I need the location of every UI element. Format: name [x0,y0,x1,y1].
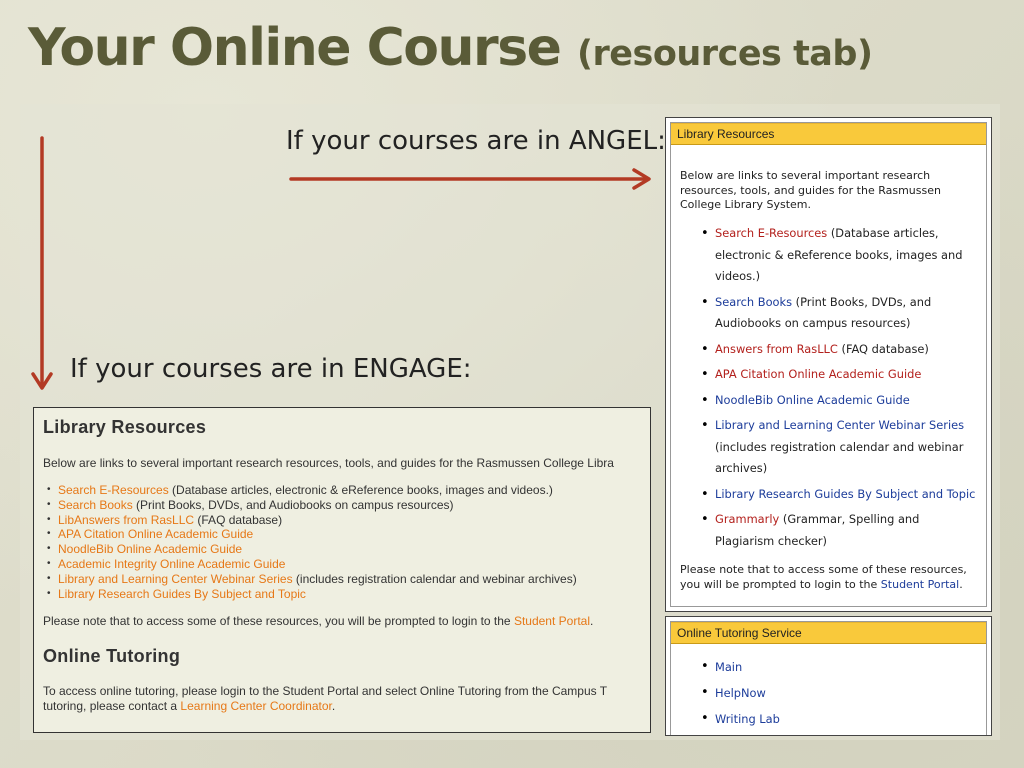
list-item: Writing Lab [701,706,780,732]
list-item: HelpNow [701,680,780,706]
arrow-right [289,168,651,190]
engage-tutoring-line1: To access online tutoring, please login … [43,684,608,698]
engage-tutoring-line2: tutoring, please contact a Learning Cent… [43,699,335,714]
engage-link-apa[interactable]: APA Citation Online Academic Guide [58,527,253,541]
list-item: Library Research Guides By Subject and T… [701,484,980,506]
list-item: Library and Learning Center Webinar Seri… [47,571,577,587]
angel-link-answers[interactable]: Answers from RasLLC [715,342,838,356]
list-item: Search Books (Print Books, DVDs, and Aud… [701,292,980,335]
list-item: APA Citation Online Academic Guide [701,364,980,386]
angel-library-header: Library Resources [671,123,986,145]
angel-tutoring-helpnow-link[interactable]: HelpNow [715,686,766,700]
angel-intro: Below are links to several important res… [680,169,941,211]
item-desc: (Print Books, DVDs, and Audiobooks on ca… [132,497,454,512]
angel-tutoring-frame: Online Tutoring Service Main HelpNow Wri… [670,621,987,735]
engage-link-search-books[interactable]: Search Books [58,498,133,512]
angel-note: Please note that to access some of these… [680,563,985,592]
angel-tutoring-panel: Online Tutoring Service Main HelpNow Wri… [665,616,992,736]
list-item: Answers from RasLLC (FAQ database) [701,339,980,361]
engage-resource-list: Search E-Resources (Database articles, e… [47,483,577,602]
engage-tutoring-text: tutoring, please contact a [43,699,181,713]
engage-link-search-eresources[interactable]: Search E-Resources [58,483,169,497]
list-item: NoodleBib Online Academic Guide [47,542,577,557]
engage-library-panel: Library Resources Below are links to sev… [33,407,651,733]
angel-library-panel: Library Resources Below are links to sev… [665,117,992,612]
angel-tutoring-main-link[interactable]: Main [715,660,742,674]
angel-link-webinar[interactable]: Library and Learning Center Webinar Seri… [715,418,964,432]
list-item: APA Citation Online Academic Guide [47,527,577,542]
angel-resource-list: Search E-Resources (Database articles, e… [701,223,980,552]
angel-note-end: . [959,577,963,591]
engage-link-academic-integrity[interactable]: Academic Integrity Online Academic Guide [58,557,285,571]
engage-note: Please note that to access some of these… [43,614,593,629]
angel-library-frame: Library Resources Below are links to sev… [670,122,987,607]
list-item: Library Research Guides By Subject and T… [47,587,577,602]
item-desc: (Database articles, electronic & eRefere… [168,483,553,497]
engage-heading: Library Resources [43,417,207,437]
item-desc: (FAQ database) [194,512,283,527]
angel-link-grammarly[interactable]: Grammarly [715,512,779,526]
list-item: Search E-Resources (Database articles, e… [701,223,980,288]
angel-link-research-guides[interactable]: Library Research Guides By Subject and T… [715,487,975,501]
item-desc: (includes registration calendar and webi… [715,439,964,476]
engage-tutoring-heading: Online Tutoring [43,646,181,666]
engage-note-text: Please note that to access some of these… [43,614,514,628]
list-item: Search Books (Print Books, DVDs, and Aud… [47,497,577,513]
list-item: Search E-Resources (Database articles, e… [47,483,577,498]
engage-link-research-guides[interactable]: Library Research Guides By Subject and T… [58,587,306,601]
angel-link-search-eresources[interactable]: Search E-Resources [715,226,827,240]
engage-link-noodlebib[interactable]: NoodleBib Online Academic Guide [58,542,242,556]
engage-coordinator-link[interactable]: Learning Center Coordinator [180,699,331,713]
engage-tutoring-end: . [331,699,336,713]
engage-link-webinar[interactable]: Library and Learning Center Webinar Seri… [58,572,293,586]
list-item: Main [701,654,780,680]
item-desc: (FAQ database) [837,341,929,356]
arrow-down [31,136,53,390]
angel-link-apa[interactable]: APA Citation Online Academic Guide [715,367,921,381]
angel-link-noodlebib[interactable]: NoodleBib Online Academic Guide [715,393,910,407]
list-item: NoodleBib Online Academic Guide [701,390,980,412]
list-item: Grammarly (Grammar, Spelling and Plagiar… [701,509,980,552]
engage-student-portal-link[interactable]: Student Portal [514,614,590,628]
item-desc: (includes registration calendar and webi… [292,571,577,586]
angel-tutoring-writing-lab-link[interactable]: Writing Lab [715,712,780,726]
engage-note-end: . [590,614,594,628]
engage-link-libanswers[interactable]: LibAnswers from RasLLC [58,513,194,527]
list-item: LibAnswers from RasLLC (FAQ database) [47,512,577,528]
angel-student-portal-link[interactable]: Student Portal [881,578,959,591]
angel-tutoring-header: Online Tutoring Service [671,622,986,644]
list-item: Academic Integrity Online Academic Guide [47,557,577,572]
angel-link-search-books[interactable]: Search Books [715,295,792,309]
engage-intro: Below are links to several important res… [43,456,614,470]
list-item: Library and Learning Center Webinar Seri… [701,415,980,480]
angel-tutoring-list: Main HelpNow Writing Lab [701,654,780,732]
